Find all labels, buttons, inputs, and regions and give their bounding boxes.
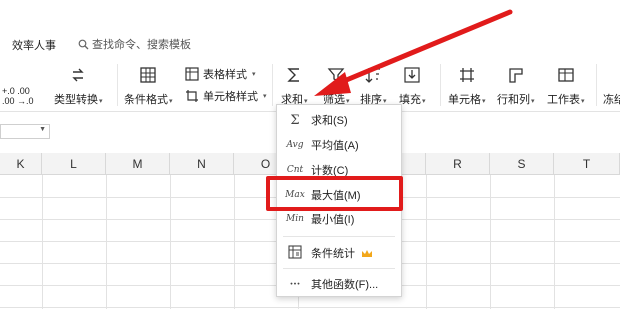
column-header-m[interactable]: M xyxy=(106,153,170,175)
annotation-highlight-box xyxy=(266,176,403,211)
decrease-decimal-button[interactable]: .00 →.0 xyxy=(2,96,34,106)
convert-icon xyxy=(67,64,89,86)
sigma-icon xyxy=(283,64,305,86)
tab-efficiency-hr[interactable]: 效率人事 xyxy=(12,37,56,53)
cell-icon xyxy=(456,64,478,86)
sort-icon xyxy=(362,64,384,86)
sort-button[interactable]: 排序▾ xyxy=(360,64,387,107)
cell-style-label: 单元格样式 xyxy=(203,91,258,103)
grid-icon xyxy=(137,64,159,86)
row-col-label: 行和列 xyxy=(497,94,530,106)
cell-style-icon xyxy=(186,90,198,102)
worksheet-button[interactable]: 工作表▾ xyxy=(547,64,585,107)
freeze-button[interactable]: 冻结 xyxy=(603,91,620,107)
column-header-k[interactable]: K xyxy=(0,153,42,175)
table-style-label: 表格样式 xyxy=(203,69,247,81)
filter-icon xyxy=(325,64,347,86)
crown-icon xyxy=(362,249,372,257)
search-icon xyxy=(78,39,89,49)
sigma-icon: Σ xyxy=(290,112,300,128)
column-header-l[interactable]: L xyxy=(42,153,106,175)
conditional-format-label: 条件格式 xyxy=(124,94,168,106)
fill-label: 填充 xyxy=(399,94,421,106)
menu-item-label: 条件统计 xyxy=(311,248,355,260)
more-icon: ··· xyxy=(289,278,301,290)
cell-style-button[interactable]: 单元格样式 ▾ xyxy=(185,88,267,104)
type-convert-label: 类型转换 xyxy=(54,94,98,106)
worksheet-label: 工作表 xyxy=(547,94,580,106)
column-header-n[interactable]: N xyxy=(170,153,234,175)
increase-decimal-button[interactable]: +.0 .00 xyxy=(2,86,30,96)
worksheet-icon xyxy=(555,64,577,86)
cell-label: 单元格 xyxy=(448,94,481,106)
fill-down-icon xyxy=(401,64,423,86)
column-header-t[interactable]: T xyxy=(554,153,620,175)
menu-item-sum[interactable]: Σ 求和(S) xyxy=(277,108,401,132)
menu-bar: 效率人事 查找命令、搜索模板 xyxy=(0,0,620,58)
conditional-format-button[interactable]: 条件格式▾ xyxy=(124,64,173,107)
fill-button[interactable]: 填充▾ xyxy=(399,64,426,107)
menu-item-conditional-stats[interactable]: 条件统计 xyxy=(277,241,401,265)
avg-icon: Avg xyxy=(286,140,304,150)
cnt-icon: Cnt xyxy=(286,165,304,175)
cell-button[interactable]: 单元格▾ xyxy=(448,64,486,107)
command-search[interactable]: 查找命令、搜索模板 xyxy=(78,36,191,52)
min-icon: Min xyxy=(286,214,304,224)
type-convert-button[interactable]: 类型转换▾ xyxy=(54,64,103,107)
column-header-r[interactable]: R xyxy=(426,153,490,175)
column-header-s[interactable]: S xyxy=(490,153,554,175)
number-format-select[interactable]: ▼ xyxy=(0,124,50,139)
row-col-button[interactable]: 行和列▾ xyxy=(497,64,535,107)
row-col-icon xyxy=(505,64,527,86)
menu-item-label: 平均值(A) xyxy=(311,140,359,152)
table-style-icon xyxy=(185,67,199,81)
filter-button[interactable]: 筛选▾ xyxy=(323,64,350,107)
menu-item-average[interactable]: Avg 平均值(A) xyxy=(277,133,401,157)
chevron-down-icon: ▼ xyxy=(39,126,46,133)
menu-item-other-functions[interactable]: ··· 其他函数(F)... xyxy=(277,272,401,296)
menu-item-label: 最小值(I) xyxy=(311,214,355,226)
search-placeholder: 查找命令、搜索模板 xyxy=(92,39,191,51)
menu-item-label: 求和(S) xyxy=(311,115,348,127)
table-style-button[interactable]: 表格样式 ▾ xyxy=(185,66,256,82)
menu-item-label: 其他函数(F)... xyxy=(311,279,379,291)
conditional-stats-icon xyxy=(283,244,307,262)
autosum-button[interactable]: 求和▾ xyxy=(281,64,308,107)
